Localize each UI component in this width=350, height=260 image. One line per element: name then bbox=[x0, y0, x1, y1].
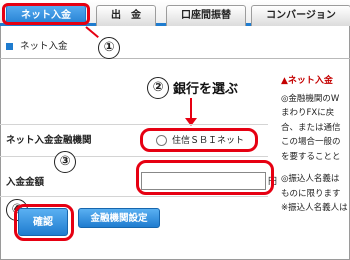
note-line: この場合一般の bbox=[281, 137, 341, 147]
note-line: ◎金融機関のW bbox=[281, 93, 340, 104]
note-line: ◎振込人名義は bbox=[281, 174, 340, 184]
note-line: 合、または通信 bbox=[281, 122, 341, 133]
step-1-marker: ① bbox=[98, 37, 120, 59]
step-3-marker: ③ bbox=[54, 151, 76, 173]
down-arrow bbox=[185, 98, 197, 126]
step-2-marker: ② bbox=[147, 77, 169, 99]
section-square-icon bbox=[6, 43, 13, 50]
section-header: ネット入金 bbox=[6, 38, 176, 56]
row-divider bbox=[0, 124, 268, 125]
note-gap bbox=[281, 164, 350, 172]
highlight-amount bbox=[136, 160, 274, 195]
tab-withdrawal[interactable]: 出 金 bbox=[96, 5, 156, 26]
tab-account-transfer[interactable]: 口座間振替 bbox=[166, 5, 246, 26]
highlight-tab bbox=[2, 3, 90, 25]
note-line: ものに限ります bbox=[281, 188, 341, 199]
tab-conversion[interactable]: コンバージョン bbox=[251, 5, 350, 26]
bank-settings-button[interactable]: 金融機関設定 bbox=[78, 208, 160, 228]
note-line: を要することと bbox=[281, 151, 341, 162]
step-2-text: 銀行を選ぶ bbox=[173, 82, 239, 97]
note-line: まわりFXに戻 bbox=[281, 108, 335, 118]
section-title: ネット入金 bbox=[20, 41, 68, 52]
note-line: ※振込人名義人は bbox=[281, 203, 348, 213]
notes-title: ▲ネット入金 bbox=[281, 76, 333, 86]
bank-label: ネット入金金融機関 bbox=[6, 135, 92, 146]
row-divider bbox=[0, 196, 268, 197]
row-divider bbox=[0, 156, 268, 157]
amount-label: 入金金額 bbox=[6, 177, 45, 188]
highlight-confirm bbox=[14, 204, 74, 241]
section-divider bbox=[0, 58, 350, 59]
notes-panel: ▲ネット入金 ◎金融機関のW まわりFXに戻 合、または通信 この場合一般の を… bbox=[281, 74, 350, 216]
highlight-bank bbox=[140, 128, 258, 152]
